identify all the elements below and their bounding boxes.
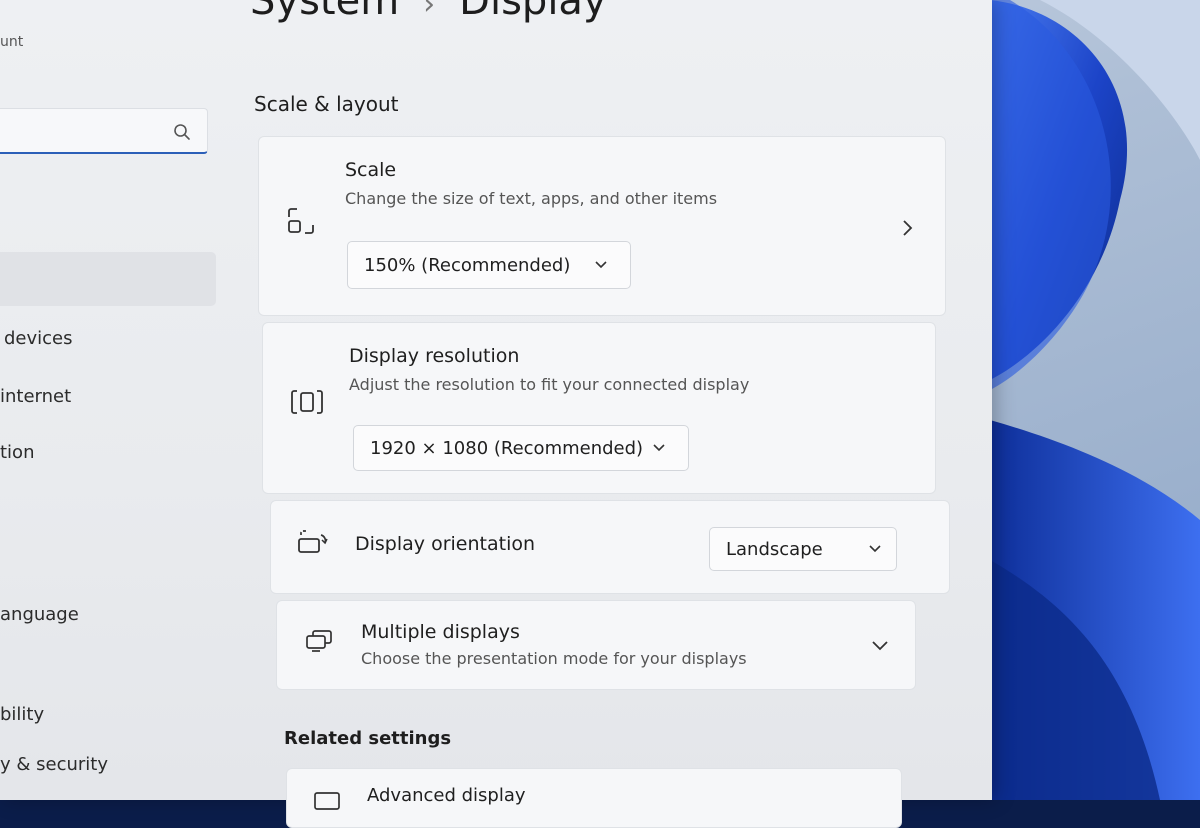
chevron-down-icon: [869, 545, 881, 553]
resolution-description: Adjust the resolution to fit your connec…: [349, 375, 750, 394]
orientation-title: Display orientation: [355, 533, 536, 555]
resolution-icon: [291, 390, 323, 414]
orientation-dropdown[interactable]: Landscape: [709, 527, 897, 571]
multiple-displays-title: Multiple displays: [361, 621, 520, 643]
chevron-right-icon[interactable]: [901, 219, 915, 237]
chevron-down-icon: [653, 444, 665, 452]
advanced-display-icon: [314, 792, 340, 810]
scale-card[interactable]: Scale Change the size of text, apps, and…: [258, 136, 946, 316]
resolution-card[interactable]: Display resolution Adjust the resolution…: [262, 322, 936, 494]
resolution-dropdown[interactable]: 1920 × 1080 (Recommended): [353, 425, 689, 471]
sidebar: unt devices internet tion anguage bility…: [0, 0, 230, 800]
page-title: Display: [459, 0, 607, 24]
sidebar-item-accessibility[interactable]: bility: [0, 704, 44, 725]
search-icon[interactable]: [173, 123, 191, 141]
sidebar-item-time-language[interactable]: anguage: [0, 604, 79, 625]
scale-description: Change the size of text, apps, and other…: [345, 189, 718, 208]
chevron-down-icon: [595, 261, 607, 269]
scale-dropdown[interactable]: 150% (Recommended): [347, 241, 631, 289]
resolution-title: Display resolution: [349, 345, 520, 367]
orientation-card[interactable]: Display orientation Landscape: [270, 500, 950, 594]
settings-window: unt devices internet tion anguage bility…: [0, 0, 992, 828]
advanced-display-title: Advanced display: [367, 785, 526, 806]
sidebar-item-privacy-security[interactable]: y & security: [0, 754, 108, 775]
scale-dropdown-value: 150% (Recommended): [364, 254, 571, 276]
orientation-dropdown-value: Landscape: [726, 538, 823, 560]
multiple-displays-icon: [306, 630, 332, 652]
orientation-icon: [298, 530, 328, 553]
section-title-scale-layout: Scale & layout: [254, 92, 399, 116]
resolution-dropdown-value: 1920 × 1080 (Recommended): [370, 437, 644, 459]
scale-icon: [288, 208, 314, 234]
breadcrumb-parent[interactable]: System: [250, 0, 399, 24]
chevron-down-icon[interactable]: [871, 639, 889, 653]
multiple-displays-description: Choose the presentation mode for your di…: [361, 649, 747, 668]
sidebar-item-personalization[interactable]: tion: [0, 442, 34, 463]
section-title-related-settings: Related settings: [284, 728, 452, 749]
sidebar-item-devices[interactable]: devices: [4, 328, 73, 349]
sidebar-item-network-internet[interactable]: internet: [0, 386, 71, 407]
multiple-displays-card[interactable]: Multiple displays Choose the presentatio…: [276, 600, 916, 690]
advanced-display-card[interactable]: Advanced display: [286, 768, 902, 828]
search-box[interactable]: [0, 108, 208, 154]
sidebar-item-system-selected[interactable]: [0, 252, 216, 306]
search-input[interactable]: [5, 119, 159, 145]
scale-title: Scale: [345, 159, 397, 181]
breadcrumb-separator: ›: [423, 0, 436, 22]
breadcrumb: System › Display: [250, 0, 607, 24]
account-label: unt: [0, 34, 24, 50]
